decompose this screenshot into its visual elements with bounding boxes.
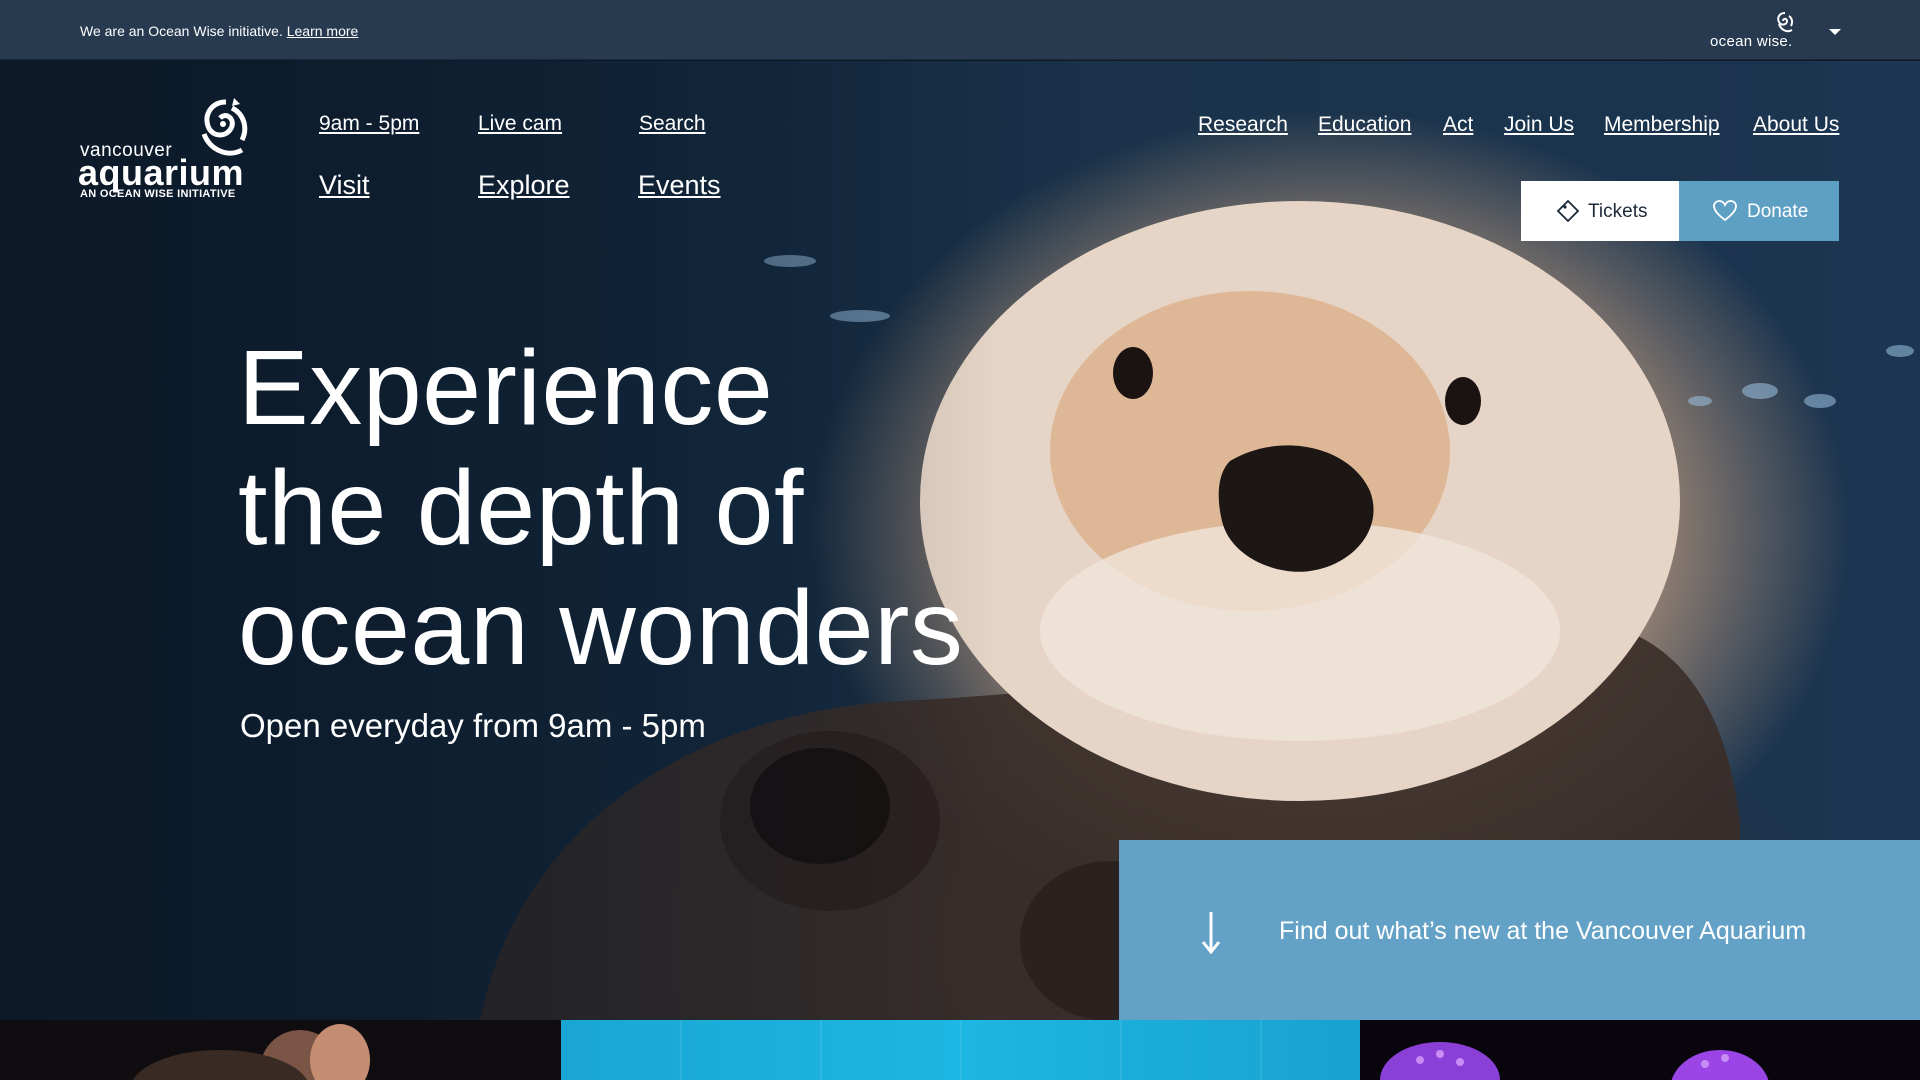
nav-join-us[interactable]: Join Us bbox=[1504, 113, 1574, 137]
nav-education[interactable]: Education bbox=[1318, 113, 1411, 137]
chevron-down-icon[interactable] bbox=[1829, 29, 1841, 35]
nav-live-cam-link[interactable]: Live cam bbox=[478, 112, 562, 136]
nav-search-link[interactable]: Search bbox=[639, 112, 706, 136]
arrow-down-icon bbox=[1201, 912, 1221, 954]
heart-icon bbox=[1713, 200, 1737, 222]
vancouver-aquarium-logo[interactable]: vancouver aquarium AN OCEAN WISE INITIAT… bbox=[78, 98, 258, 202]
nav-act[interactable]: Act bbox=[1443, 113, 1473, 137]
ocean-wise-logo-icon bbox=[1777, 12, 1794, 33]
hero-subline: Open everyday from 9am - 5pm bbox=[240, 707, 706, 744]
nav-hours-link[interactable]: 9am - 5pm bbox=[319, 112, 419, 136]
feature-tile-1[interactable] bbox=[0, 1020, 561, 1080]
feature-tile-3[interactable] bbox=[1360, 1020, 1920, 1080]
nav-explore[interactable]: Explore bbox=[478, 170, 570, 201]
ticket-icon bbox=[1556, 200, 1579, 222]
nav-about-us[interactable]: About Us bbox=[1753, 113, 1839, 137]
headline-line-1: Experience bbox=[238, 329, 774, 447]
whats-new-text: Find out what’s new at the Vancouver Aqu… bbox=[1279, 917, 1807, 945]
donate-button[interactable]: Donate bbox=[1679, 181, 1839, 241]
aquarium-fish-icon bbox=[201, 98, 248, 156]
nav-membership[interactable]: Membership bbox=[1604, 113, 1720, 137]
tile-1-image bbox=[132, 1024, 370, 1080]
ocean-wise-wordmark: ocean wise. bbox=[1710, 33, 1793, 50]
ocean-wise-message: We are an Ocean Wise initiative. Learn m… bbox=[80, 23, 358, 39]
tile-3-image bbox=[1380, 1042, 1769, 1080]
tile-2-image bbox=[680, 1020, 1262, 1080]
donate-label: Donate bbox=[1747, 201, 1809, 222]
brand-tagline: AN OCEAN WISE INITIATIVE bbox=[80, 188, 236, 200]
ocean-wise-message-text: We are an Ocean Wise initiative. bbox=[80, 23, 283, 39]
top-utility-bar: We are an Ocean Wise initiative. Learn m… bbox=[0, 0, 1920, 60]
headline-line-2: the depth of bbox=[238, 449, 804, 567]
ocean-wise-logo[interactable]: ocean wise. bbox=[1708, 12, 1798, 50]
tickets-label: Tickets bbox=[1588, 201, 1648, 222]
nav-visit[interactable]: Visit bbox=[319, 170, 370, 201]
nav-events[interactable]: Events bbox=[638, 170, 721, 201]
tickets-button[interactable]: Tickets bbox=[1521, 181, 1679, 241]
whats-new-banner[interactable]: Find out what’s new at the Vancouver Aqu… bbox=[1119, 840, 1920, 1020]
hero-headline: Experience the depth of ocean wonders bbox=[238, 328, 1058, 688]
headline-line-3: ocean wonders bbox=[238, 569, 964, 687]
learn-more-link[interactable]: Learn more bbox=[287, 23, 359, 39]
page: We are an Ocean Wise initiative. Learn m… bbox=[0, 0, 1920, 1080]
feature-tile-2[interactable] bbox=[561, 1020, 1360, 1080]
nav-research[interactable]: Research bbox=[1198, 113, 1288, 137]
